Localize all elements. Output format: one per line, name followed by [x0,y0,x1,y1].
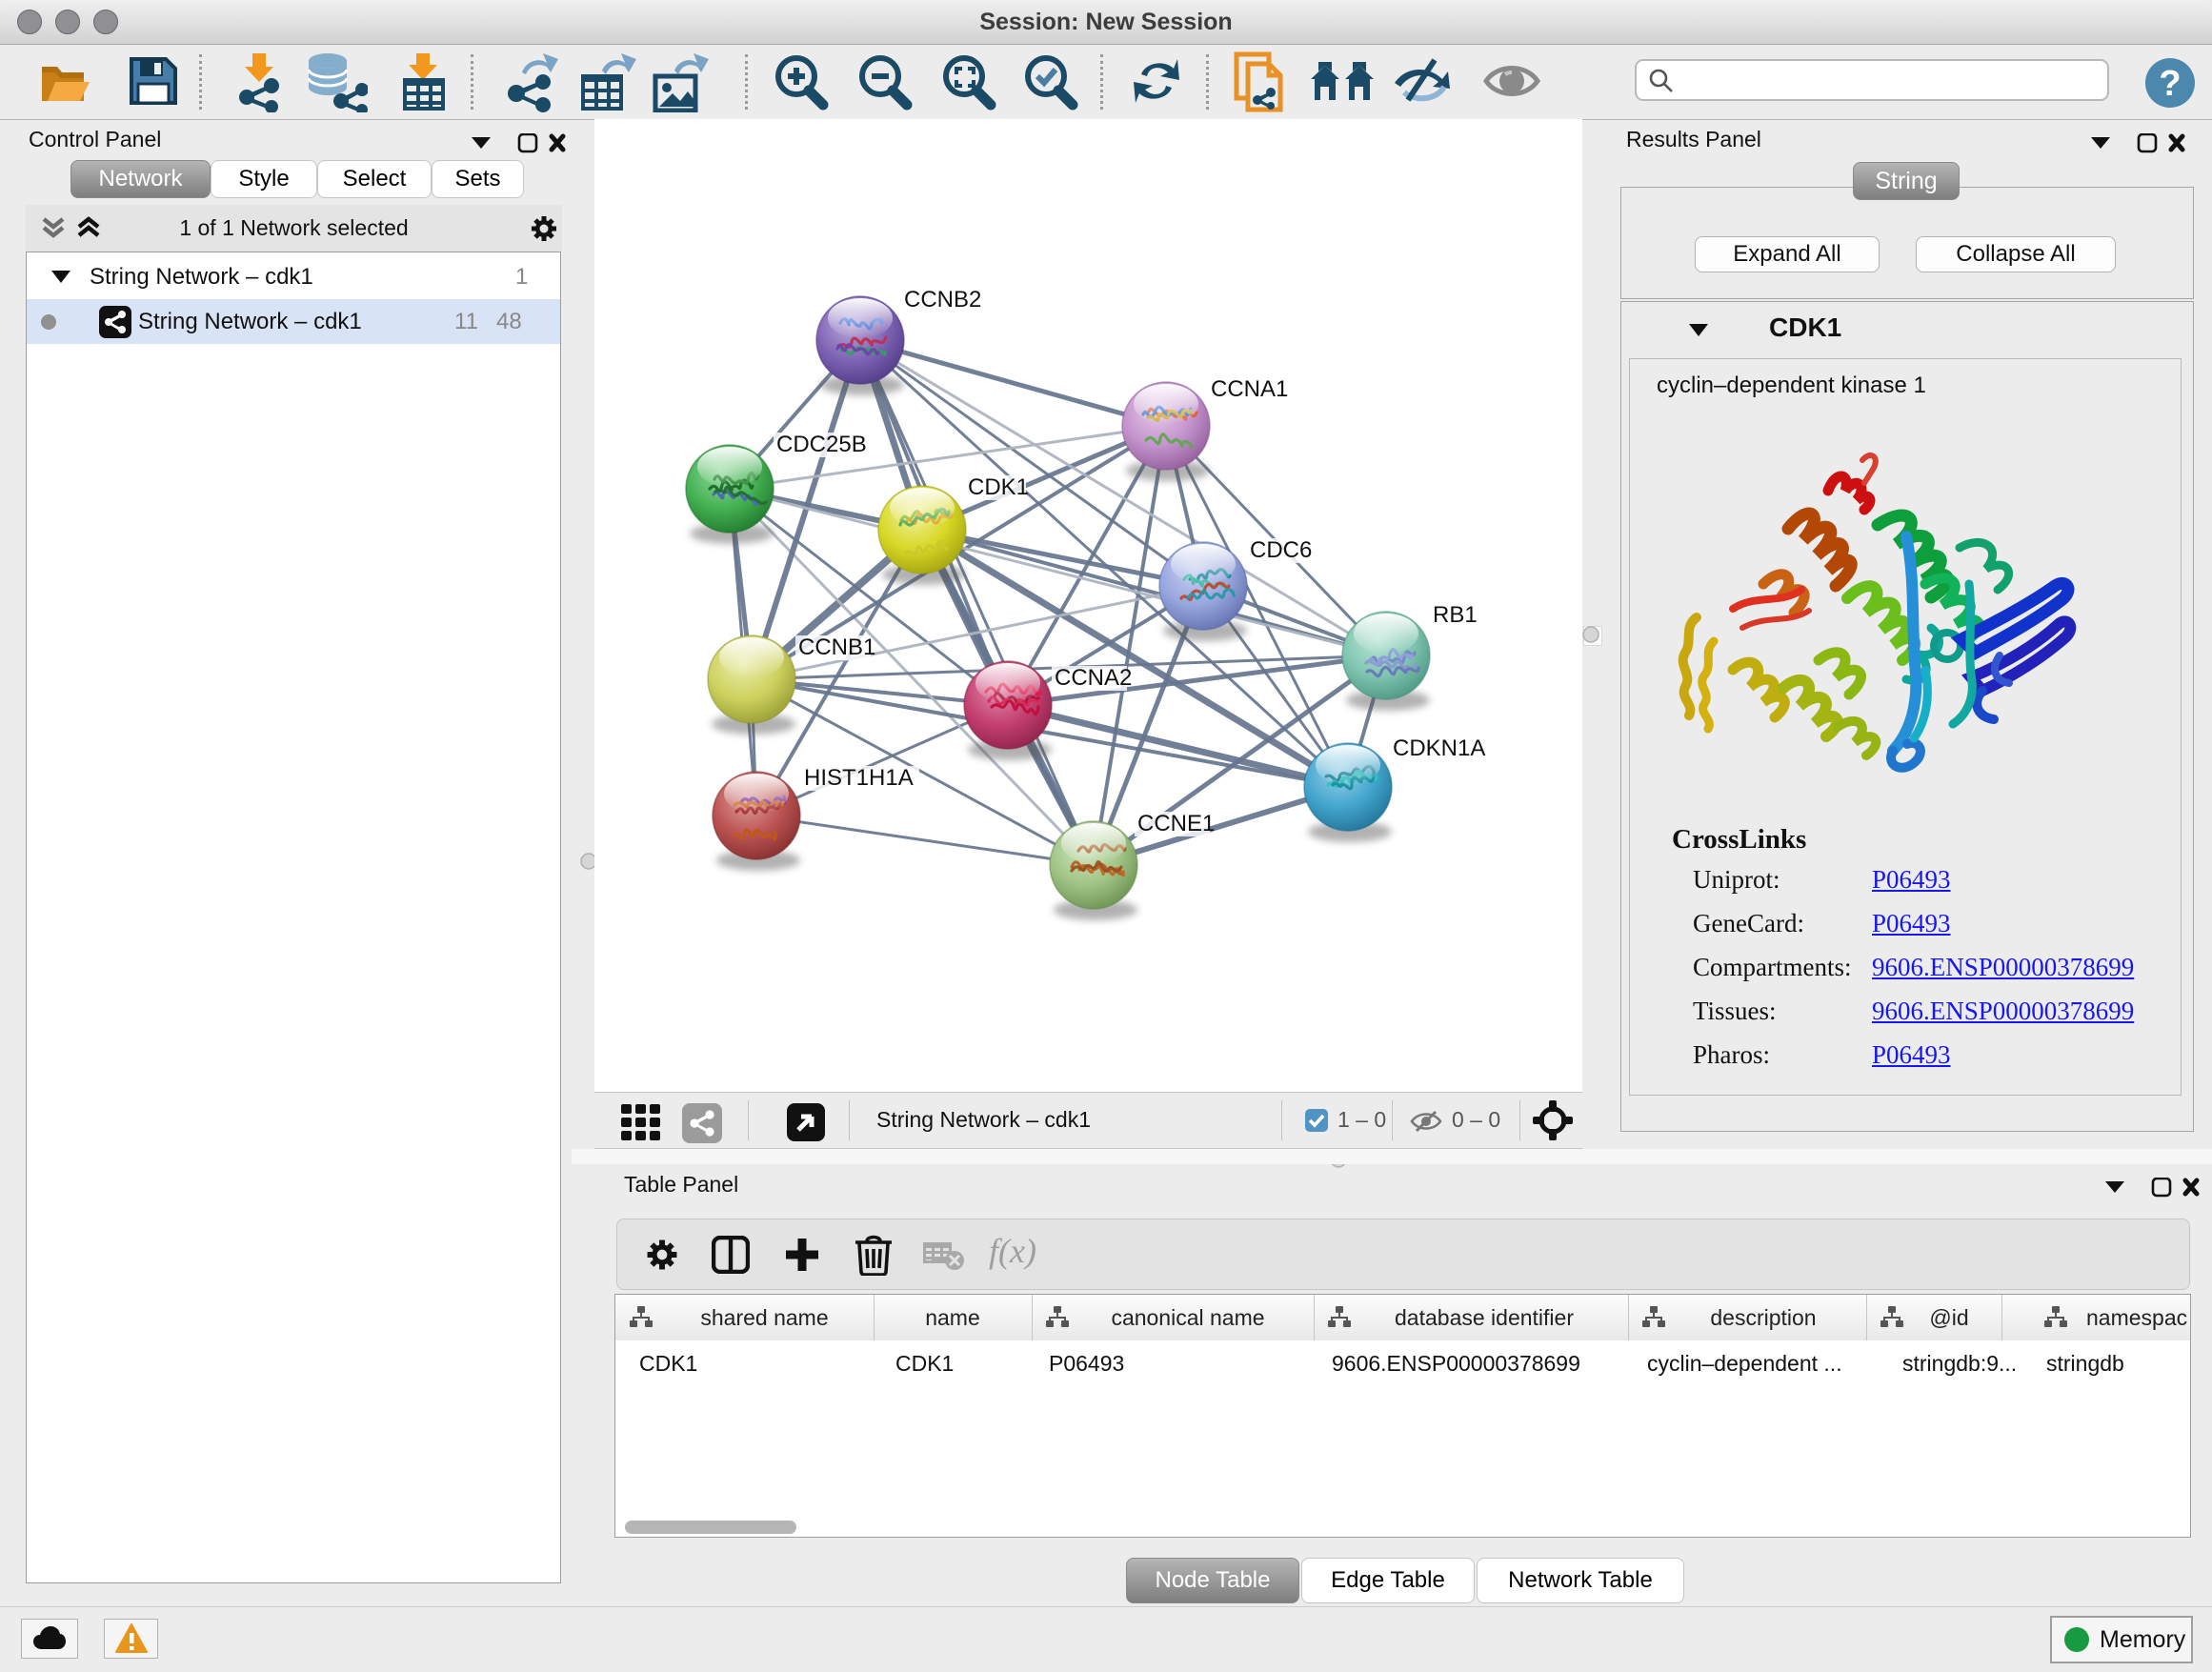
svg-text:CCNB1: CCNB1 [798,635,875,660]
svg-text:CCNE1: CCNE1 [1137,811,1215,836]
svg-text:CDC25B: CDC25B [776,432,867,457]
svg-text:RB1: RB1 [1433,602,1478,628]
svg-text:CDC6: CDC6 [1250,537,1312,563]
svg-text:CCNA1: CCNA1 [1211,376,1288,402]
svg-text:CDKN1A: CDKN1A [1393,735,1485,761]
svg-text:CDK1: CDK1 [968,474,1029,500]
svg-text:?: ? [2159,64,2181,104]
svg-text:CCNA2: CCNA2 [1055,665,1132,691]
svg-text:HIST1H1A: HIST1H1A [804,765,914,791]
svg-text:CCNB2: CCNB2 [904,287,981,312]
